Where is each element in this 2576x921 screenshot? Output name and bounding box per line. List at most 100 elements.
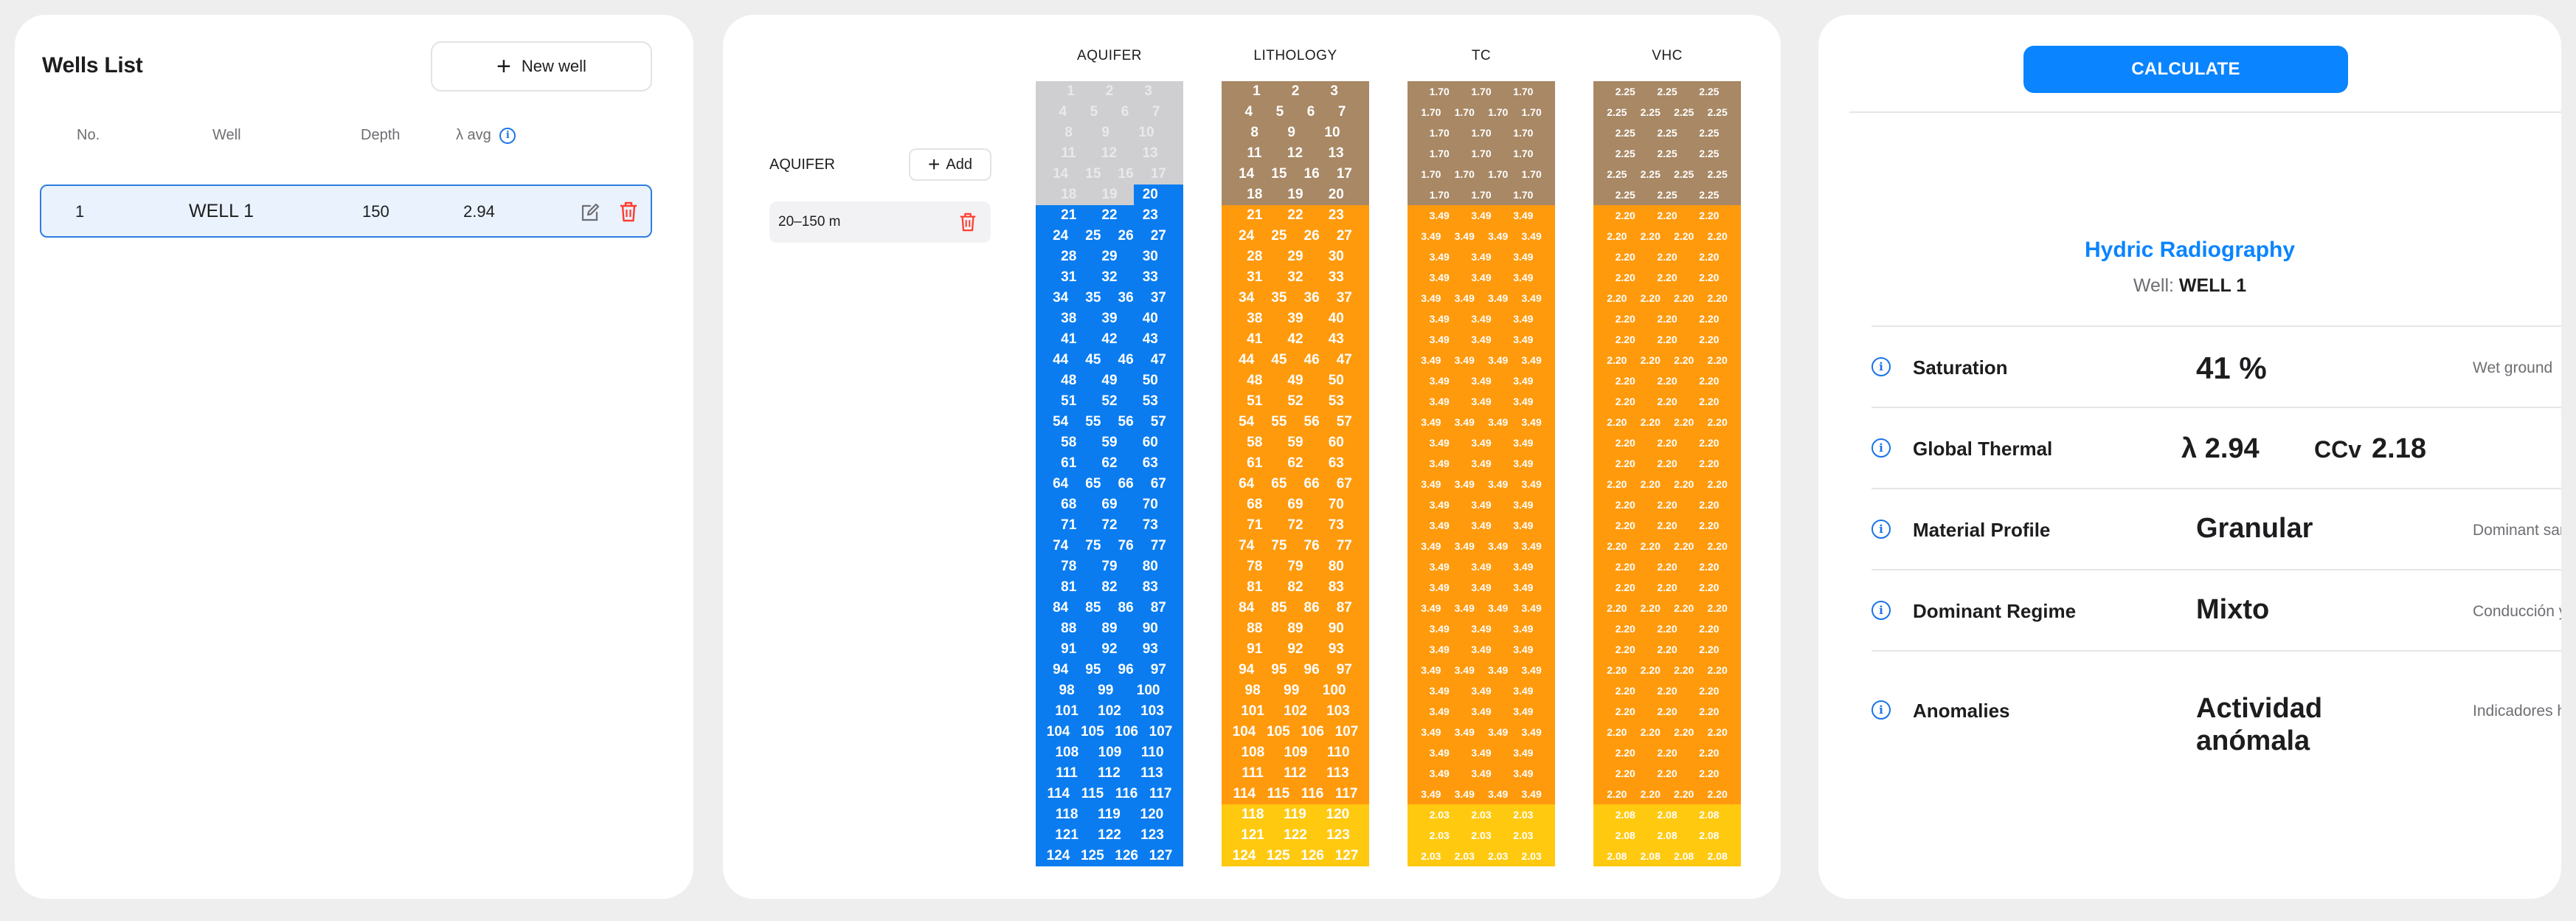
vhc-layer-cell: 2.20 [1674,354,1694,366]
result-row-anomalies: i Anomalies Actividad anómala Indicadore… [1872,651,2561,776]
aquifer-layer-cell: 69 [1101,497,1118,512]
vhc-layer-cell: 2.20 [1607,230,1627,242]
lithology-layer-cell: 99 [1284,683,1300,698]
tc-column-title: TC [1471,48,1492,63]
tc-layer-cell: 3.49 [1513,644,1534,655]
tc-layer-cell: 3.49 [1429,706,1450,717]
aquifer-layer-cell: 81 [1061,579,1077,595]
tc-layer-cell: 1.70 [1521,168,1542,180]
vhc-layer-cell: 2.20 [1699,313,1720,325]
vhc-layer-cell: 2.20 [1699,334,1720,345]
vhc-layer-cell: 2.20 [1674,292,1694,304]
lithology-layer: 24 25 26 27 [1222,226,1369,246]
vhc-layer: 2.20 2.20 2.20 [1593,246,1741,267]
result-row-dominant-regime: i Dominant Regime Mixto Conducción y [1872,570,2561,651]
tc-layer-cell: 1.70 [1429,189,1450,201]
lithology-layer-cell: 29 [1287,249,1303,264]
info-icon[interactable]: i [1872,357,1891,376]
vhc-layer-cell: 2.25 [1657,148,1677,159]
add-aquifer-button[interactable]: + Add [909,148,991,181]
lithology-layer: 51 52 53 [1222,391,1369,412]
aquifer-layer-cell: 41 [1061,331,1077,347]
vhc-layer-cell: 2.25 [1640,168,1661,180]
lithology-layer-cell: 81 [1247,579,1263,595]
aquifer-range-item[interactable]: 20–150 m [769,201,991,243]
aquifer-layer: 124 125 126 127 [1036,846,1183,866]
lithology-column-title: LITHOLOGY [1253,48,1337,63]
vhc-layer-cell: 2.20 [1640,230,1661,242]
tc-layer: 3.49 3.49 3.49 [1408,246,1555,267]
table-row[interactable]: 1 WELL 1 150 2.94 [40,184,652,238]
aquifer-layer-cell: 113 [1140,765,1163,781]
trash-icon[interactable] [958,211,977,233]
tc-layer-cell: 3.49 [1421,726,1441,738]
info-icon[interactable]: i [1872,700,1891,720]
aquifer-layer-cell: 91 [1061,641,1077,657]
vhc-layer-cell: 2.20 [1674,540,1694,552]
vhc-layer-cell: 2.20 [1607,788,1627,800]
info-icon[interactable]: i [1872,601,1891,620]
tc-layer-cell: 3.49 [1513,210,1534,221]
tc-layer-cell: 3.49 [1513,561,1534,573]
lithology-layer-cell: 19 [1287,187,1303,202]
calculate-button[interactable]: CALCULATE [2023,46,2348,93]
trash-icon[interactable] [618,201,639,223]
tc-layer-cell: 3.49 [1471,561,1492,573]
tc-layer-cell: 3.49 [1513,458,1534,469]
new-well-button[interactable]: + New well [431,41,652,92]
aquifer-layer-cell: 77 [1150,538,1166,553]
lithology-layer: 98 99 100 [1222,680,1369,701]
vhc-layer: 2.20 2.20 2.20 2.20 [1593,350,1741,370]
aquifer-layer-cell: 117 [1149,786,1172,801]
vhc-layer: 2.25 2.25 2.25 [1593,81,1741,102]
tc-layer-cell: 3.49 [1454,788,1475,800]
lithology-layer-cell: 111 [1242,765,1264,781]
aquifer-range-label: 20–150 m [778,214,841,230]
edit-icon[interactable] [580,201,600,223]
aquifer-layer-cell: 66 [1118,476,1134,491]
lithology-layer: 21 22 23 [1222,205,1369,226]
lithology-layer: 121 122 123 [1222,825,1369,846]
aquifer-layer-cell: 32 [1101,269,1118,285]
aquifer-layer-cell: 54 [1053,414,1069,430]
tc-layer-cell: 3.49 [1471,458,1492,469]
well-prefix: Well: [2133,275,2174,296]
lithology-layer-cell: 38 [1247,311,1263,326]
lithology-layer-cell: 42 [1287,331,1303,347]
lithology-layer-cell: 90 [1328,621,1344,636]
aquifer-layer-cell: 24 [1053,228,1069,244]
info-icon[interactable]: i [499,127,516,144]
vhc-layer-cell: 2.08 [1640,850,1661,862]
lithology-layer-cell: 50 [1328,373,1344,388]
aquifer-layer: 111 112 113 [1036,763,1183,784]
info-icon[interactable]: i [1872,438,1891,458]
aquifer-layer-cell: 63 [1142,455,1158,471]
lithology-layer-cell: 9 [1287,125,1295,140]
vhc-layer-cell: 2.20 [1657,375,1677,387]
lithology-layer-cell: 88 [1247,621,1263,636]
aquifer-layer-cell: 42 [1101,331,1118,347]
tc-layer-cell: 3.49 [1521,664,1542,676]
aquifer-layer-cell: 98 [1059,683,1075,698]
tc-layer-cell: 3.49 [1513,251,1534,263]
lithology-layer: 18 19 20 [1222,184,1369,205]
result-value: Mixto [2196,594,2270,625]
info-icon[interactable]: i [1872,520,1891,539]
lithology-layer-cell: 110 [1326,745,1350,760]
lithology-layer: 1 2 3 [1222,81,1369,102]
tc-layer-cell: 3.49 [1421,478,1441,490]
lithology-layer: 104 105 106 107 [1222,722,1369,742]
lithology-layer-cell: 89 [1287,621,1303,636]
vhc-layer: 2.20 2.20 2.20 [1593,453,1741,474]
lithology-layer-cell: 118 [1241,807,1264,822]
lithology-layer: 124 125 126 127 [1222,846,1369,866]
lithology-layer: 58 59 60 [1222,432,1369,453]
aquifer-layer-cell: 26 [1118,228,1134,244]
vhc-layer-cell: 2.20 [1699,251,1720,263]
vhc-layer-cell: 2.25 [1615,189,1635,201]
aquifer-layer: 84 85 86 87 [1036,598,1183,618]
vhc-layer: 2.20 2.20 2.20 2.20 [1593,474,1741,494]
tc-layer-cell: 1.70 [1454,168,1475,180]
aquifer-layer-cell: 3 [1144,83,1152,99]
tc-layer-cell: 3.49 [1488,416,1509,428]
